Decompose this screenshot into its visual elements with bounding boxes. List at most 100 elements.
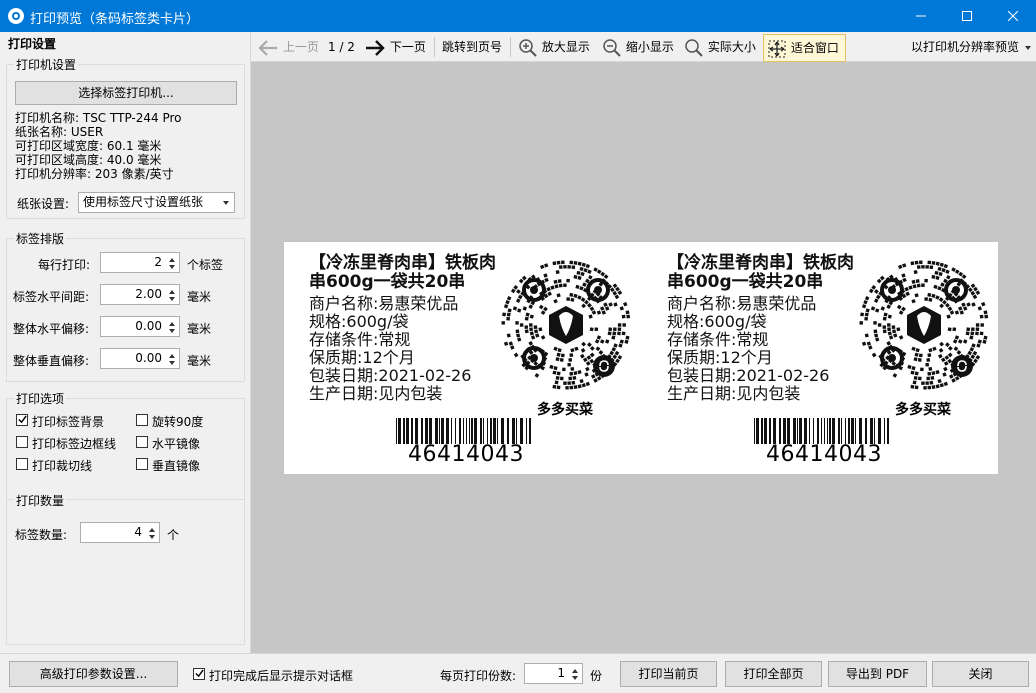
- maximize-button[interactable]: [944, 0, 990, 32]
- print-current-button[interactable]: 打印当前页: [620, 661, 717, 687]
- resolution-preview-dropdown[interactable]: 以打印机分辨率预览: [911, 32, 1031, 62]
- label-prod-date: 生产日期:见内包装: [309, 384, 443, 403]
- per-row-value: 2: [154, 255, 162, 269]
- select-printer-button[interactable]: 选择标签打印机...: [15, 81, 237, 105]
- qr-caption: 多多买菜: [537, 402, 593, 418]
- checkbox-box[interactable]: [136, 458, 148, 470]
- fit-window-label: 适合窗口: [790, 41, 839, 55]
- spin-down-icon[interactable]: [169, 297, 175, 301]
- app-icon: [8, 8, 24, 24]
- per-row-label: 每行打印:: [38, 258, 91, 272]
- h-gap-value: 2.00: [135, 287, 162, 301]
- panel-title: 打印设置: [8, 37, 57, 51]
- spin-up-icon[interactable]: [169, 354, 175, 358]
- checkbox-box[interactable]: [136, 414, 148, 426]
- h-gap-unit: 毫米: [187, 290, 212, 304]
- goto-page-button[interactable]: 跳转到页号: [442, 32, 502, 62]
- label-shelf-life: 保质期:12个月: [309, 348, 415, 367]
- prev-page-label: 上一页: [282, 40, 319, 54]
- print-border-label: 打印标签边框线: [32, 437, 117, 451]
- printer-settings-group: 打印机设置 选择标签打印机... 打印机名称: TSC TTP-244 Pro …: [6, 56, 245, 219]
- label-title-line2: 串600g一袋共20串: [309, 272, 466, 292]
- v-offset-unit: 毫米: [187, 354, 212, 368]
- spin-down-icon[interactable]: [169, 329, 175, 333]
- checkbox-box[interactable]: [193, 668, 205, 680]
- spin-down-icon[interactable]: [169, 361, 175, 365]
- spin-up-icon[interactable]: [149, 528, 155, 532]
- h-gap-stepper[interactable]: 2.00: [100, 284, 180, 305]
- checkbox-box[interactable]: [136, 436, 148, 448]
- h-mirror-label: 水平镜像: [152, 437, 201, 451]
- label-card: 【冷冻里脊肉串】铁板肉 串600g一袋共20串 商户名称:易惠荣优品 规格:60…: [642, 242, 992, 474]
- label-title-line2: 串600g一袋共20串: [667, 272, 824, 292]
- check-icon: [195, 669, 204, 678]
- print-background-label: 打印标签背景: [32, 415, 105, 429]
- print-all-button[interactable]: 打印全部页: [725, 661, 822, 687]
- label-storage: 存储条件:常规: [667, 330, 769, 349]
- per-row-stepper[interactable]: 2: [100, 252, 180, 273]
- barcode-icon: [754, 418, 889, 444]
- copies-value: 1: [557, 666, 565, 680]
- spin-down-icon[interactable]: [149, 535, 155, 539]
- prev-page-button[interactable]: 上一页: [257, 32, 319, 62]
- options-group-title: 打印选项: [14, 390, 67, 407]
- fit-window-button[interactable]: 适合窗口: [763, 34, 846, 62]
- page-indicator: 1 / 2: [328, 40, 355, 54]
- copies-stepper[interactable]: 1: [524, 663, 583, 684]
- v-offset-stepper[interactable]: 0.00: [100, 348, 180, 369]
- fit-window-icon: [768, 40, 786, 57]
- label-layout-group: 标签排版 每行打印: 2 个标签 标签水平间距: 2.00 毫米 整体水平偏移:…: [6, 230, 245, 382]
- settings-panel: 打印设置 打印机设置 选择标签打印机... 打印机名称: TSC TTP-244…: [0, 32, 251, 653]
- paper-setting-label: 纸张设置:: [17, 197, 70, 211]
- close-button[interactable]: 关闭: [932, 661, 1029, 687]
- toolbar-divider: [434, 37, 435, 57]
- count-unit: 个: [167, 528, 180, 542]
- actual-size-label: 实际大小: [707, 40, 756, 54]
- spin-down-icon[interactable]: [572, 676, 578, 680]
- spin-down-icon[interactable]: [169, 265, 175, 269]
- spin-up-icon[interactable]: [169, 258, 175, 262]
- zoom-in-icon: [519, 38, 537, 57]
- minimize-button[interactable]: [898, 0, 944, 32]
- zoom-out-button[interactable]: 缩小显示: [602, 32, 674, 62]
- actual-size-button[interactable]: 实际大小: [684, 32, 756, 62]
- label-title-line1: 【冷冻里脊肉串】铁板肉: [667, 253, 854, 273]
- checkbox-box[interactable]: [16, 436, 28, 448]
- h-offset-value: 0.00: [135, 319, 162, 333]
- label-pack-date: 包装日期:2021-02-26: [309, 366, 472, 385]
- export-pdf-button[interactable]: 导出到 PDF: [828, 661, 927, 687]
- barcode-number: 46414043: [408, 442, 524, 467]
- copies-label: 每页打印份数:: [440, 669, 517, 683]
- close-icon: [1008, 11, 1018, 21]
- barcode-icon: [396, 418, 531, 444]
- show-dialog-label: 打印完成后显示提示对话框: [209, 669, 354, 683]
- label-spec: 规格:600g/袋: [309, 312, 409, 331]
- checkbox-box[interactable]: [16, 458, 28, 470]
- count-stepper[interactable]: 4: [80, 522, 160, 543]
- checkbox-box[interactable]: [16, 414, 28, 426]
- qr-code-icon: [859, 260, 989, 390]
- close-window-button[interactable]: [990, 0, 1036, 32]
- print-count-group: 打印数量 标签数量: 4 个: [6, 492, 245, 645]
- zoom-in-button[interactable]: 放大显示: [518, 32, 590, 62]
- print-cutline-label: 打印裁切线: [32, 459, 93, 473]
- zoom-in-label: 放大显示: [541, 40, 590, 54]
- maximize-icon: [962, 11, 972, 21]
- spin-up-icon[interactable]: [572, 669, 578, 673]
- paper-setting-select[interactable]: 使用标签尺寸设置纸张: [78, 192, 235, 213]
- bottom-bar: 高级打印参数设置... 打印完成后显示提示对话框 每页打印份数: 1 份 打印当…: [0, 653, 1036, 693]
- preview-area[interactable]: 【冷冻里脊肉串】铁板肉 串600g一袋共20串 商户名称:易惠荣优品 规格:60…: [251, 62, 1036, 653]
- zoom-out-label: 缩小显示: [625, 40, 674, 54]
- label-pack-date: 包装日期:2021-02-26: [667, 366, 830, 385]
- printer-name: 打印机名称: TSC TTP-244 Pro: [15, 111, 182, 125]
- spin-up-icon[interactable]: [169, 322, 175, 326]
- chevron-down-icon: [223, 201, 229, 205]
- advanced-settings-button[interactable]: 高级打印参数设置...: [9, 661, 178, 687]
- label-title-line1: 【冷冻里脊肉串】铁板肉: [309, 253, 496, 273]
- v-mirror-label: 垂直镜像: [152, 459, 201, 473]
- spin-up-icon[interactable]: [169, 290, 175, 294]
- copies-unit: 份: [590, 669, 603, 683]
- h-offset-stepper[interactable]: 0.00: [100, 316, 180, 337]
- resolution-preview-label: 以打印机分辨率预览: [911, 40, 1020, 54]
- next-page-button[interactable]: 下一页: [364, 32, 426, 62]
